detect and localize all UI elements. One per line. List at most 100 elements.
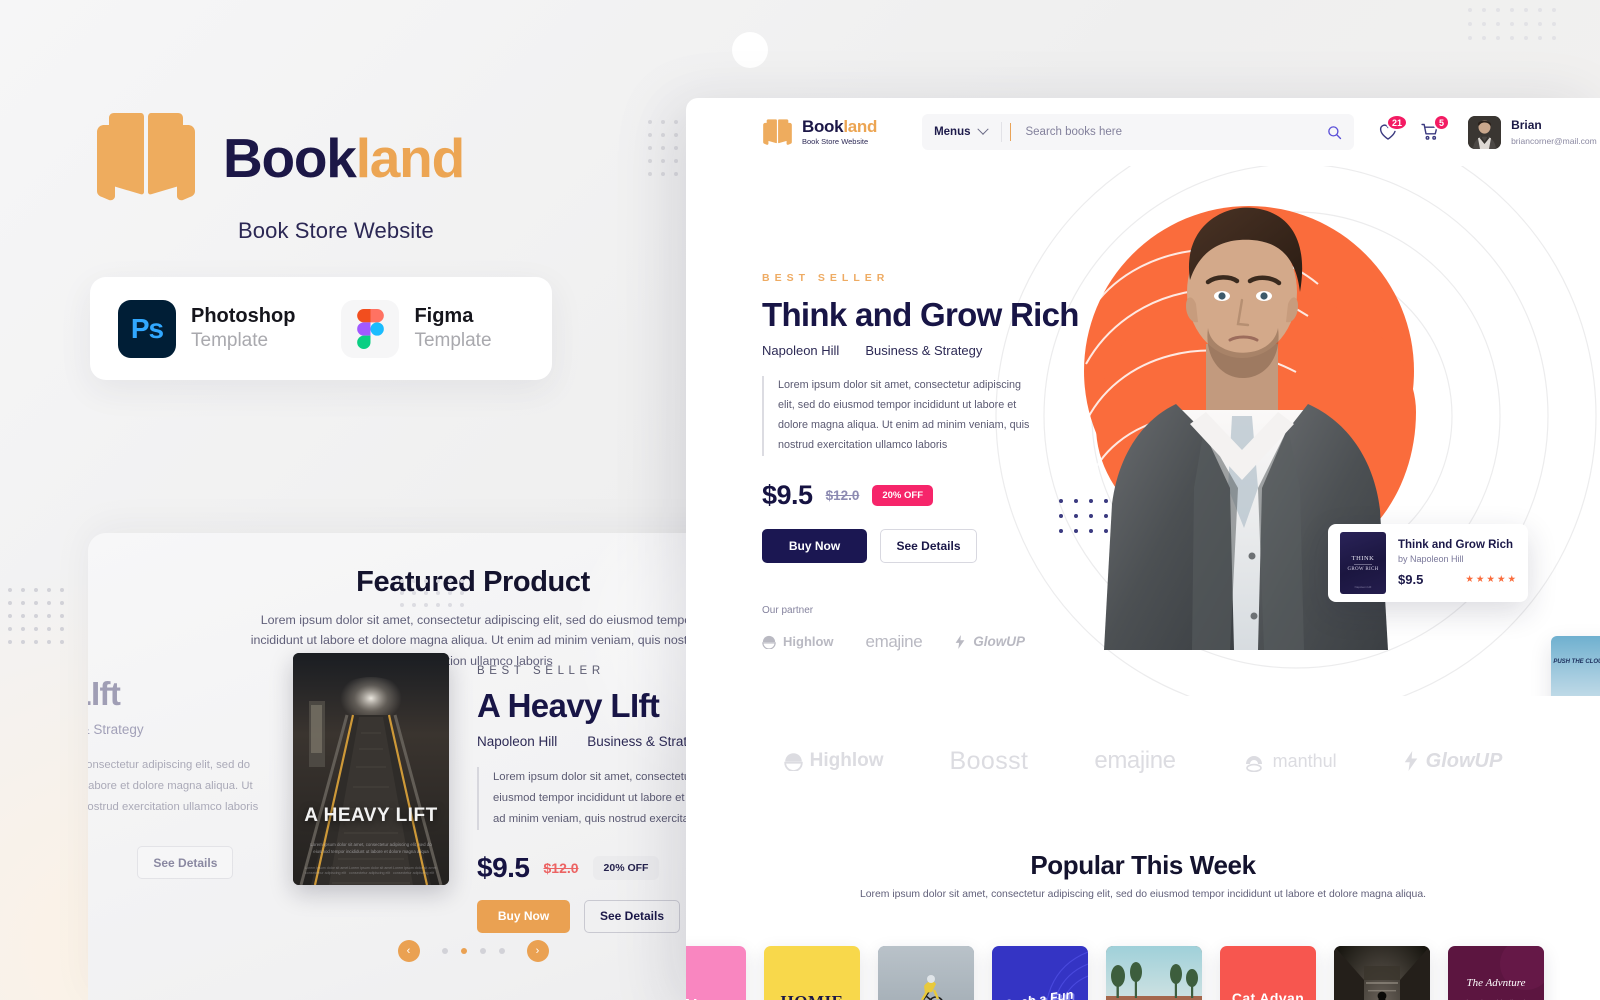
book-card-cat-advanture[interactable]: Cat Advan ture Lorem ipsum dolor sit ame… [1220, 946, 1316, 1000]
featured-cover-title: A HEAVY LIFT [304, 805, 438, 826]
cart-button[interactable]: 5 [1420, 114, 1451, 142]
figma-template-item[interactable]: Figma Template [341, 299, 492, 358]
search-divider [1001, 122, 1003, 142]
search-icon[interactable] [1327, 125, 1342, 140]
featured-card-previous[interactable]: BEST SELLER A Heavy LIft Napoleon Hill B… [88, 653, 268, 880]
carousel-prev-button[interactable]: ‹ [397, 940, 420, 962]
site-logo-text: Bookland Book Store Website [802, 118, 877, 146]
hero-price-row: $9.5 $12.0 20% OFF [762, 480, 1092, 511]
featured-cover-meta: Lorem ipsum dolor sit amet consectetur a… [305, 866, 437, 878]
star-icon: ★ [1496, 574, 1506, 585]
carousel-dot[interactable] [479, 948, 486, 954]
popular-book-grid: REAL LIFE LOREM IPSUM DOLOR SIT AMET HOM… [686, 946, 1600, 1000]
hero-author: Napoleon Hill [762, 343, 840, 358]
site-word-main: Book [802, 117, 844, 137]
float-cover-line1: THINK [1351, 554, 1375, 562]
hero-side-card-title: PUSH THE CLOUDS [1553, 659, 1600, 665]
carousel-dot[interactable] [498, 948, 505, 954]
featured-discount-badge: 20% OFF [592, 855, 660, 880]
strip-partner-boosst[interactable]: Boosst [950, 747, 1029, 776]
brand-wordmark: Bookland [223, 126, 465, 190]
hero-eyebrow: BEST SELLER [762, 272, 890, 284]
hero-floating-book-card[interactable]: THINK GROW RICH Napoleon Hill Think and … [1328, 524, 1528, 602]
carousel-dot-active[interactable] [460, 948, 467, 954]
hero-buy-now-button[interactable]: Buy Now [762, 528, 867, 563]
featured-see-details-button[interactable]: See Details [584, 899, 680, 933]
featured-buy-now-button[interactable]: Buy Now [477, 899, 570, 933]
partner-name: manthul [1272, 750, 1337, 771]
strip-partner-manthul[interactable]: manthul [1242, 750, 1337, 772]
star-icon: ★ [1465, 574, 1474, 585]
popular-subtitle-text: Lorem ipsum dolor sit amet, consectetur … [859, 889, 1427, 900]
strip-partner-highlow[interactable]: Highlow [783, 750, 884, 772]
float-cover-line3: GROW RICH [1347, 566, 1379, 572]
partner-logo-highlow[interactable]: Highlow [762, 634, 834, 649]
decorative-dot-grid-featured [400, 579, 464, 607]
cart-count-badge: 5 [1433, 114, 1451, 131]
half-circle-icon [783, 752, 803, 771]
carousel-next-button[interactable]: › [526, 940, 549, 962]
book-card-take-out-tango[interactable]: TAKE OUT TANGO LOREM IPSUM [1106, 946, 1202, 1000]
chevron-down-icon [977, 123, 990, 135]
hero-button-row: Buy Now See Details [762, 528, 1092, 563]
book-card-seconds[interactable]: SECONDS LOREM IPSUM [1334, 946, 1430, 1000]
photoshop-template-item[interactable]: Ps Photoshop Template [118, 299, 296, 358]
hero-partner-label: Our partner [762, 604, 814, 616]
user-email: briancorner@mail.com [1511, 135, 1597, 146]
star-icon: ★ [1475, 574, 1485, 585]
hero-price-original: $12.0 [825, 487, 860, 503]
partner-logo-emajine[interactable]: emajine [866, 632, 923, 652]
book-card-battle-drive[interactable]: BATTLE DRIVE LOREM IPSUM [878, 946, 974, 1000]
site-logo[interactable]: Bookland Book Store Website [762, 118, 877, 147]
site-logo-sublabel: Book Store Website [802, 137, 869, 147]
prev-see-details-button[interactable]: See Details [137, 846, 234, 880]
book-card-title: Cat Advan ture [1231, 990, 1305, 1000]
user-profile-chip[interactable]: Brian briancorner@mail.com [1468, 115, 1597, 149]
book-card-such-a-fun-age[interactable]: Such a Fun Age LOREM IPSUM DOLOR SIT AME… [992, 946, 1088, 1000]
strip-partner-emajine[interactable]: emajine [1094, 747, 1176, 775]
float-card-price: $9.5 [1398, 572, 1424, 587]
wishlist-button[interactable]: 21 [1378, 114, 1409, 142]
partner-name: Boosst [949, 746, 1029, 775]
hero-discount-badge: 20% OFF [872, 484, 934, 506]
book-card-title: The Advnture [1466, 977, 1526, 989]
menus-label: Menus [934, 126, 971, 138]
float-cover-footer: Napoleon Hill [1354, 585, 1372, 589]
bolt-icon [955, 634, 965, 649]
decorative-circle [732, 32, 768, 68]
float-card-title: Think and Grow Rich [1398, 539, 1514, 551]
template-badges-card: Ps Photoshop Template Figma Template [90, 277, 552, 380]
hero-title: Think and Grow Rich [762, 296, 1079, 333]
site-wordmark: Bookland [802, 118, 877, 135]
brand-row: Bookland [93, 110, 465, 206]
hero-section: BEST SELLER Think and Grow Rich Napoleon… [686, 166, 1600, 696]
wishlist-count-badge: 21 [1386, 114, 1409, 131]
search-bar: Menus [922, 114, 1355, 150]
hero-see-details-button[interactable]: See Details [880, 528, 977, 563]
hero-side-book-card[interactable]: PUSH THE CLOUDS [1551, 636, 1600, 696]
strip-partner-glowup[interactable]: GlowUP [1403, 750, 1502, 773]
book-card-homie[interactable]: HOMIE LOREM IPSUM DANZE STIMH [764, 946, 860, 1000]
photoshop-label: Photoshop [191, 304, 296, 327]
partner-logo-glowup[interactable]: GlowUP [954, 634, 1025, 649]
book-card-real-life[interactable]: REAL LIFE LOREM IPSUM DOLOR SIT AMET [686, 946, 746, 1000]
partner-name: Highlow [809, 750, 884, 771]
carousel-dot[interactable] [441, 948, 448, 954]
brand-word-tail: land [355, 127, 465, 189]
featured-book-cover[interactable]: A HEAVY LIFT Lorem ipsum dolor sit amet,… [293, 653, 449, 885]
partner-name: GlowUP [973, 634, 1026, 650]
menus-dropdown[interactable]: Menus [934, 123, 1001, 138]
bolt-icon [1404, 751, 1417, 771]
featured-price-current: $9.5 [477, 851, 530, 883]
featured-cover-blurb: Lorem ipsum dolor sit amet, consectetur … [310, 841, 432, 854]
open-book-icon-small [762, 118, 793, 147]
brand-block: Bookland Book Store Website [93, 110, 465, 244]
hero-partner-row: Highlow emajine GlowUP [762, 632, 1092, 652]
partner-name: emajine [1094, 747, 1176, 774]
float-card-bottom: $9.5 ★ ★ ★ ★ ★ [1398, 572, 1516, 587]
star-icon: ★ [1486, 574, 1495, 585]
book-card-the-advnture[interactable]: The Advnture Lorem ipsum dolor sit amet [1448, 946, 1544, 1000]
float-cover-rule [1354, 563, 1372, 565]
search-input[interactable] [1010, 123, 1320, 141]
hero-price-current: $9.5 [762, 479, 813, 510]
